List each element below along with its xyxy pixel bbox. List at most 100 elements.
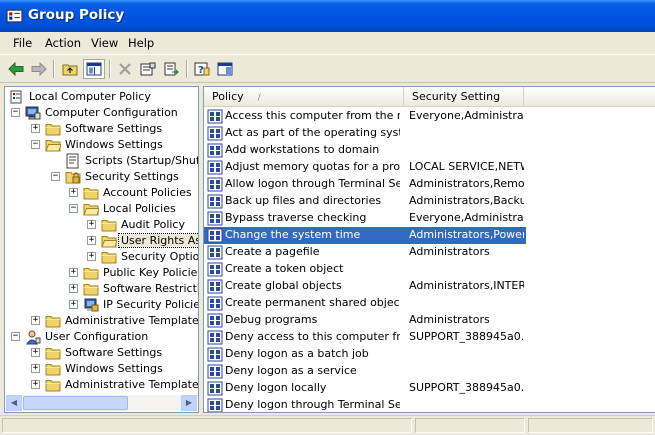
tree-node[interactable]: + Administrative Templates [5,313,198,329]
tree-node[interactable]: − Local Policies [5,201,198,217]
scrollbar-thumb[interactable] [23,396,128,410]
expand-toggle[interactable]: + [31,348,40,357]
collapse-toggle[interactable]: − [11,332,20,341]
column-header-policy[interactable]: Policy / [204,87,404,106]
policy-row[interactable]: Act as part of the operating system [204,125,526,142]
policy-row[interactable]: Debug programs Administrators [204,312,526,329]
menu-file[interactable]: File [13,36,32,50]
tree-node[interactable]: + Audit Policy [5,217,198,233]
column-header-security-setting[interactable]: Security Setting [404,87,524,106]
expand-toggle[interactable]: + [69,188,78,197]
tree-node[interactable]: + Security Options [5,249,198,265]
policy-setting-icon [207,398,223,412]
policy-row[interactable]: Create a token object [204,261,526,278]
policy-setting-icon [207,160,223,175]
delete-button[interactable] [114,59,136,79]
show-hide-tree-button[interactable] [83,59,105,79]
menu-action[interactable]: Action [45,36,81,50]
tree-node[interactable]: + Software Settings [5,121,198,137]
details-list[interactable]: Policy / Security Setting Access this com… [203,86,655,413]
horizontal-scrollbar[interactable]: ◀ ▶ [6,395,197,411]
policy-setting-icon [207,381,223,396]
tree-node[interactable]: + Windows Settings [5,361,198,377]
policy-name: Bypass traverse checking [225,211,367,224]
expand-toggle[interactable]: + [87,252,96,261]
expand-toggle[interactable]: + [87,220,96,229]
policy-row[interactable]: Create permanent shared objects [204,295,526,312]
export-list-button[interactable] [160,59,182,79]
policy-row[interactable]: Access this computer from the network Eve… [204,108,526,125]
policy-row[interactable]: Deny logon locally SUPPORT_388945a0... [204,380,526,397]
policy-row[interactable]: Change the system time Administrators,Pow… [204,227,526,244]
tree-node[interactable]: + Public Key Policies [5,265,198,281]
expand-toggle[interactable]: + [31,124,40,133]
policy-row[interactable]: Back up files and directories Administrat… [204,193,526,210]
policy-setting-icon [207,126,223,141]
security-setting-value: Administrators [409,245,490,258]
tree-node[interactable]: + Account Policies [5,185,198,201]
tree-node[interactable]: Local Computer Policy [5,89,198,105]
expand-toggle[interactable]: + [69,300,78,309]
policy-row[interactable]: Deny logon as a batch job [204,346,526,363]
scroll-right-arrow[interactable]: ▶ [181,395,197,411]
sort-indicator-icon: / [257,93,261,103]
tree-node-label: Account Policies [103,186,192,199]
policy-row[interactable]: Allow logon through Terminal Services Adm… [204,176,526,193]
help-button[interactable]: ? [191,59,213,79]
policy-row[interactable]: Create global objects Administrators,INTE… [204,278,526,295]
forward-button[interactable] [28,59,50,79]
tree-node[interactable]: − Security Settings [5,169,198,185]
properties-button[interactable] [137,59,159,79]
tree-node[interactable]: − Windows Settings [5,137,198,153]
forward-icon [31,62,47,76]
policy-setting-icon [207,194,223,209]
policy-row[interactable]: Deny access to this computer from the ne… [204,329,526,346]
collapse-toggle[interactable]: − [11,108,20,117]
policy-name: Deny logon as a service [225,364,357,377]
policy-name: Allow logon through Terminal Services [225,177,400,190]
group-policy-app-icon [6,9,23,23]
security-setting-value: Everyone,Administrators,... [409,211,524,224]
policy-row[interactable]: Deny logon through Terminal Services [204,397,526,412]
menu-help[interactable]: Help [128,36,154,50]
show-hide-action-pane-button[interactable] [214,59,236,79]
scroll-left-arrow[interactable]: ◀ [6,395,22,411]
back-button[interactable] [5,59,27,79]
policy-name: Adjust memory quotas for a process [225,160,400,173]
security-icon [65,169,81,185]
tree-node[interactable]: Scripts (Startup/Shutdown) [5,153,198,169]
title-bar[interactable]: Group Policy [0,0,655,32]
policy-setting-icon [207,313,223,328]
expand-toggle[interactable]: + [31,316,40,325]
tree-node[interactable]: + IP Security Policies on Local Computer [5,297,198,313]
policy-row[interactable]: Bypass traverse checking Everyone,Adminis… [204,210,526,227]
security-setting-value: LOCAL SERVICE,NETWORK... [409,160,524,173]
policy-row[interactable]: Create a pagefile Administrators [204,244,526,261]
up-folder-icon [62,64,78,76]
menu-view[interactable]: View [91,36,118,50]
expand-toggle[interactable]: + [87,236,96,245]
collapse-toggle[interactable]: − [31,140,40,149]
policy-row[interactable]: Add workstations to domain [204,142,526,159]
tree-node-label: Administrative Templates [65,378,199,391]
show-hide-icon [217,62,233,76]
tree-node-label: Windows Settings [65,138,163,151]
up-one-level-button[interactable] [59,59,81,79]
tree-node[interactable]: + Administrative Templates [5,377,198,393]
collapse-toggle[interactable]: − [69,204,78,213]
expand-toggle[interactable]: + [69,284,78,293]
expand-toggle[interactable]: + [31,380,40,389]
policy-row[interactable]: Adjust memory quotas for a process LOCAL … [204,159,526,176]
policy-row[interactable]: Deny logon as a service [204,363,526,380]
tree-node[interactable]: + Software Restriction Policies [5,281,198,297]
console-tree[interactable]: Local Computer Policy − Computer Configura… [4,86,199,413]
folder-icon [45,361,61,377]
tree-node[interactable]: + User Rights Assignment [5,233,198,249]
collapse-toggle[interactable]: − [51,172,60,181]
expand-toggle[interactable]: + [69,268,78,277]
policy-name: Change the system time [225,228,361,241]
tree-node[interactable]: − Computer Configuration [5,105,198,121]
tree-node[interactable]: − User Configuration [5,329,198,345]
expand-toggle[interactable]: + [31,364,40,373]
tree-node[interactable]: + Software Settings [5,345,198,361]
